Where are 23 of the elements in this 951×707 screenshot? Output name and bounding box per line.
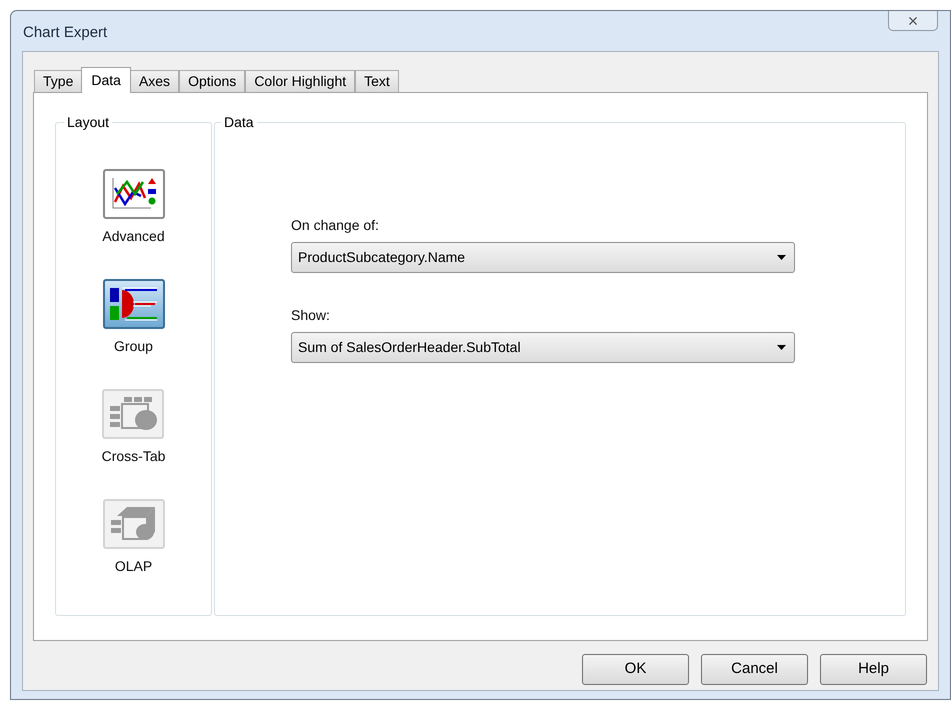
field-label: On change of: — [291, 216, 380, 235]
layout-option-label: Advanced — [102, 227, 165, 246]
window-title: Chart Expert — [23, 23, 108, 43]
tab[interactable]: Color Highlight — [245, 70, 356, 92]
tab[interactable]: Type — [34, 70, 82, 92]
layout-option-button[interactable] — [102, 169, 164, 219]
field-label: Show: — [291, 306, 331, 325]
layout-option-label: Cross-Tab — [102, 447, 166, 466]
tab[interactable]: Text — [355, 70, 399, 92]
close-button[interactable]: × — [888, 11, 938, 31]
dropdown-arrow-icon — [777, 255, 786, 260]
layout-option-label: OLAP — [114, 557, 152, 576]
dropdown-arrow-icon — [777, 345, 786, 350]
dropdown-field[interactable]: ProductSubcategory.Name — [291, 242, 795, 273]
layout-option-button[interactable] — [102, 279, 164, 329]
dropdown-field[interactable]: Sum of SalesOrderHeader.SubTotal — [291, 332, 795, 363]
dialog-button[interactable]: Cancel — [701, 654, 808, 685]
layout-option-label: Group — [114, 337, 153, 356]
tab[interactable]: Axes — [130, 70, 180, 92]
tab[interactable]: Options — [179, 70, 246, 92]
dialog-button[interactable]: Help — [820, 654, 927, 685]
tab[interactable]: Data — [81, 67, 131, 93]
dialog-button[interactable]: OK — [582, 654, 689, 685]
